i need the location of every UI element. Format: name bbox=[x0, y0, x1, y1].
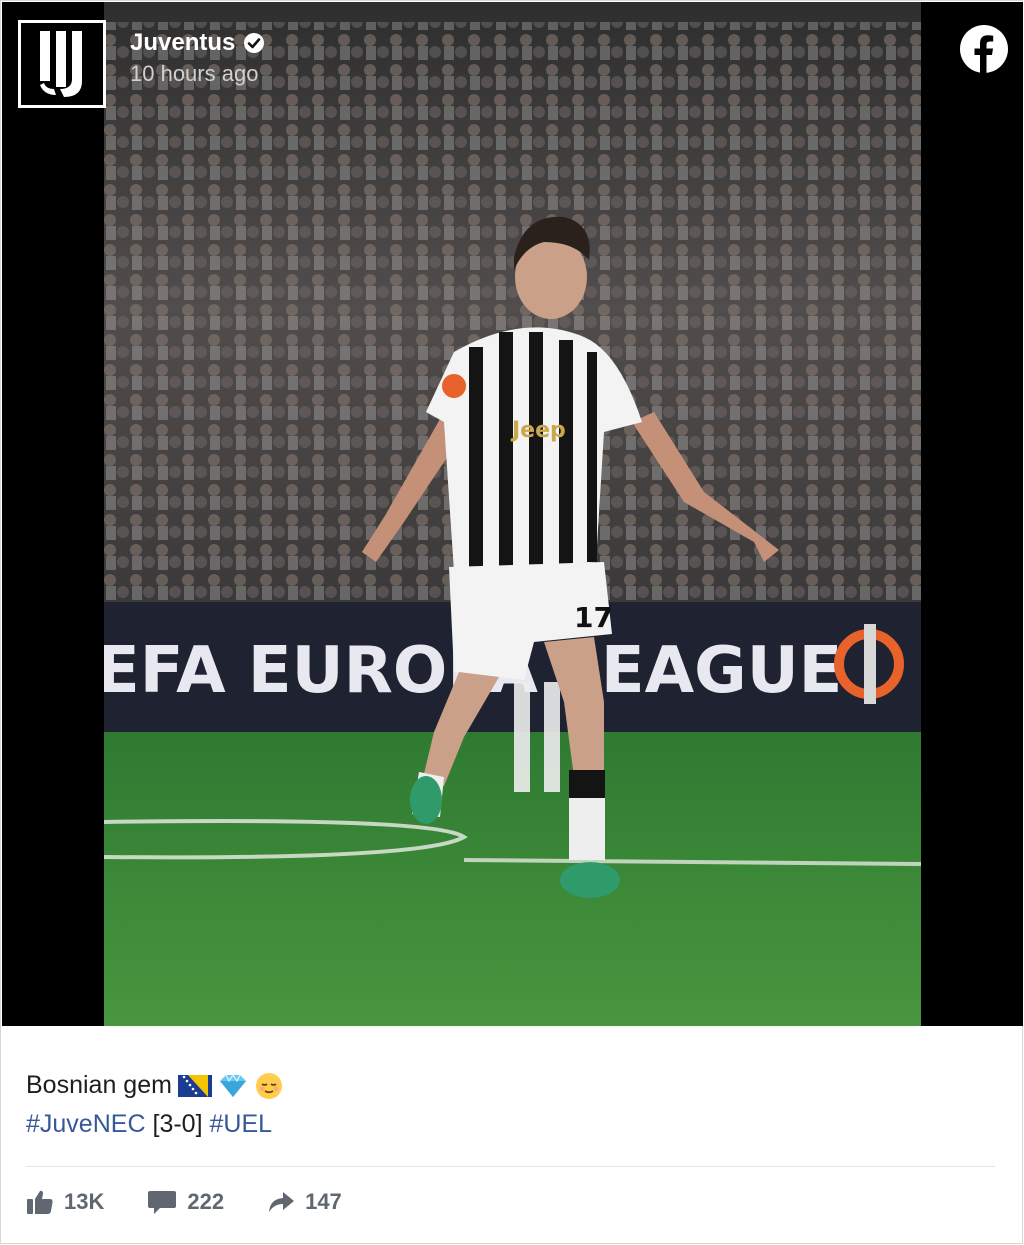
juventus-logo[interactable] bbox=[18, 20, 106, 108]
like-button[interactable]: 13K bbox=[26, 1189, 104, 1215]
gem-icon bbox=[219, 1073, 246, 1097]
facebook-icon[interactable] bbox=[959, 24, 1009, 74]
hashtag-juvenec[interactable]: #JuveNEC bbox=[26, 1105, 146, 1144]
page-info: Juventus 10 hours ago bbox=[130, 29, 265, 87]
share-count: 147 bbox=[305, 1189, 342, 1214]
shorts-number: 17 bbox=[574, 601, 613, 634]
caption-text: Bosnian gem bbox=[26, 1071, 172, 1099]
post-caption: Bosnian gem #JuveNEC [3-0] #UEL bbox=[26, 1066, 284, 1144]
comment-count: 222 bbox=[187, 1189, 225, 1214]
juventus-logo-mark bbox=[40, 31, 82, 97]
relieved-face-icon bbox=[255, 1072, 282, 1099]
verified-badge-icon bbox=[244, 33, 265, 53]
engagement-bar: 13K 222 147 bbox=[26, 1189, 385, 1215]
jersey-sponsor: Jeep bbox=[510, 418, 566, 443]
like-count: 13K bbox=[64, 1189, 105, 1214]
post-timestamp[interactable]: 10 hours ago bbox=[130, 61, 265, 87]
share-button[interactable]: 147 bbox=[267, 1189, 342, 1215]
facebook-post-card: EFA EUROPA LEAGUE Jeep 17 Juventus 10 ho… bbox=[0, 0, 1023, 1244]
post-header: Juventus 10 hours ago bbox=[18, 20, 265, 108]
comment-icon bbox=[148, 1191, 177, 1214]
comment-button[interactable]: 222 bbox=[147, 1189, 224, 1215]
post-photo[interactable]: EFA EUROPA LEAGUE Jeep 17 bbox=[104, 2, 921, 1026]
bosnia-flag-icon bbox=[177, 1074, 212, 1097]
page-name[interactable]: Juventus bbox=[130, 29, 235, 57]
hashtag-uel[interactable]: #UEL bbox=[210, 1105, 273, 1144]
player-celebration-image: EFA EUROPA LEAGUE Jeep 17 bbox=[104, 2, 921, 1026]
share-arrow-icon bbox=[269, 1192, 295, 1212]
post-media[interactable]: EFA EUROPA LEAGUE Jeep 17 Juventus 10 ho… bbox=[2, 2, 1023, 1026]
match-score: [3-0] bbox=[152, 1110, 203, 1138]
thumbs-up-icon bbox=[27, 1190, 53, 1214]
divider bbox=[26, 1166, 995, 1167]
